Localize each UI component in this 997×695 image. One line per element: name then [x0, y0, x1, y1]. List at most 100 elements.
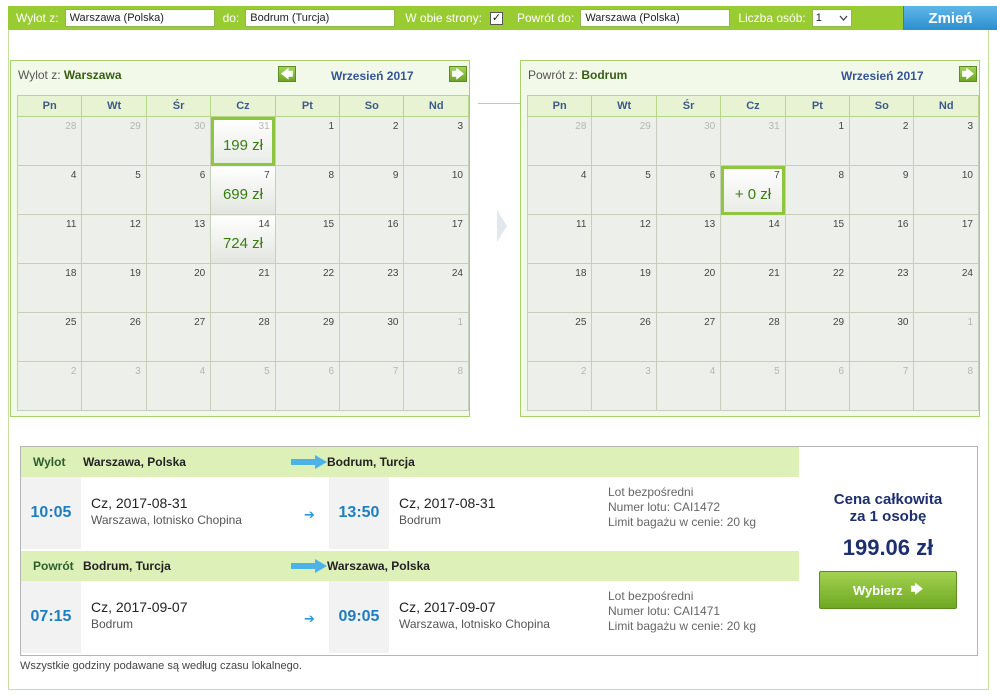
calendar-week-row: 11 12 13 14 724 zł 15 16 17 [16, 214, 469, 264]
leg-type: Wylot [33, 455, 66, 469]
weekday-header: Nd [403, 95, 469, 117]
calendar-day: 5 [81, 165, 147, 215]
calendar-week-row: 11 12 13 14 15 16 17 [526, 214, 979, 264]
calendar-day-with-price[interactable]: 7 + 0 zł [720, 165, 786, 215]
weekday-header: Cz [210, 95, 276, 117]
day-number: 28 [768, 317, 780, 328]
calendar-day: 8 [403, 361, 469, 411]
calendar-day: 5 [591, 165, 657, 215]
calendar-day: 28 [16, 116, 83, 166]
return-next-month-button[interactable]: 🡆 [959, 66, 977, 82]
calendar-day: 13 [655, 214, 722, 264]
from-label: Wylot z: [16, 11, 59, 25]
arrow-right-icon: ➔ [304, 507, 315, 522]
day-number: 23 [897, 268, 909, 279]
timezone-footnote: Wszystkie godziny podawane są według cza… [20, 660, 302, 672]
weekday-header: Śr [145, 95, 212, 117]
day-number: 8 [457, 366, 463, 377]
day-number: 10 [961, 170, 973, 181]
arrival-time: 13:50 [329, 477, 389, 549]
calendar-day-with-price[interactable]: 31 199 zł [210, 116, 276, 166]
calendar-day: 20 [655, 263, 722, 313]
day-number: 1 [838, 121, 845, 132]
day-number: 26 [639, 317, 651, 328]
next-month-button[interactable]: 🡆 [449, 66, 467, 82]
departure-info: Cz, 2017-08-31 Warszawa, lotnisko Chopin… [91, 495, 242, 527]
calendar-day: 6 [784, 361, 851, 411]
calendar-day: 2 [526, 361, 593, 411]
weekday-header: Nd [913, 95, 979, 117]
calendar-day: 25 [526, 312, 593, 362]
weekday-header: Śr [655, 95, 722, 117]
day-number: 30 [194, 121, 206, 132]
calendar-day: 26 [591, 312, 657, 362]
arrow-right-icon: 🡆 [451, 67, 465, 81]
day-number: 5 [774, 366, 780, 377]
day-number: 2 [392, 121, 399, 132]
flight-number: Numer lotu: CAI1471 [608, 604, 721, 618]
day-number: 12 [129, 219, 141, 230]
calendar-week-row: 4 5 6 7 + 0 zł 8 9 10 [526, 165, 979, 215]
day-number: 29 [322, 317, 335, 328]
outbound-calendar-grid: Pn Wt Śr Cz Pt So Nd 28 29 30 31 199 zł 1 2 3 4 5 6 7 699 … [16, 95, 469, 411]
change-button[interactable]: Zmień [903, 6, 997, 30]
calendar-day: 22 [784, 263, 851, 313]
day-number: 4 [580, 170, 587, 181]
day-number: 28 [575, 121, 587, 132]
persons-label: Liczba osób: [738, 11, 806, 25]
calendar-week-row: 18 19 20 21 22 23 24 [16, 263, 469, 313]
calendar-day: 27 [145, 312, 212, 362]
day-number: 6 [199, 170, 206, 181]
day-number: 5 [645, 170, 651, 181]
day-number: 7 [774, 170, 780, 181]
choose-button[interactable]: Wybierz 🡆 [819, 571, 957, 609]
calendar-week-row: 25 26 27 28 29 30 1 [16, 312, 469, 362]
day-number: 20 [704, 268, 716, 279]
prev-month-button[interactable]: 🡄 [278, 66, 296, 82]
calendar-week-row: 28 29 30 31 199 zł 1 2 3 [16, 116, 469, 166]
day-number: 6 [709, 170, 716, 181]
calendar-day: 24 [913, 263, 979, 313]
calendar-day-with-price[interactable]: 14 724 zł [210, 214, 276, 264]
calendar-day: 23 [849, 263, 915, 313]
day-number: 21 [258, 268, 270, 279]
calendar-day: 27 [655, 312, 722, 362]
day-number: 8 [838, 170, 845, 181]
day-number: 12 [639, 219, 651, 230]
day-number: 17 [961, 219, 973, 230]
calendar-day: 24 [403, 263, 469, 313]
day-number: 14 [768, 219, 780, 230]
from-input[interactable] [64, 9, 215, 27]
calendar-day: 30 [849, 312, 915, 362]
day-number: 15 [322, 219, 335, 230]
arrow-left-icon: 🡄 [280, 67, 294, 81]
arrival-place: Warszawa, lotnisko Chopina [399, 617, 550, 631]
calendar-day: 28 [210, 312, 276, 362]
calendar-day: 6 [145, 165, 212, 215]
calendar-day: 12 [591, 214, 657, 264]
return-leg-header: Powrót Bodrum, Turcja Warszawa, Polska [21, 551, 799, 581]
return-input[interactable] [580, 9, 731, 27]
return-calendar: Powrót z: Bodrum Wrzesień 2017 🡆 Pn Wt Śr C… [520, 60, 980, 417]
calendar-week-row: 28 29 30 31 1 2 3 [526, 116, 979, 166]
day-price: 199 zł [222, 137, 263, 154]
return-title-city: Bodrum [581, 68, 628, 82]
calendar-day: 21 [210, 263, 276, 313]
day-number: 2 [70, 366, 77, 377]
calendar-day-with-price[interactable]: 7 699 zł [210, 165, 276, 215]
to-label: do: [222, 11, 240, 25]
to-input[interactable] [245, 9, 396, 27]
day-number: 18 [65, 268, 77, 279]
day-number: 9 [392, 170, 399, 181]
arrival-date: Cz, 2017-08-31 [399, 495, 496, 511]
both-ways-checkbox[interactable]: ✓ [489, 11, 503, 25]
departure-place: Warszawa, lotnisko Chopina [91, 513, 242, 527]
return-title-prefix: Powrót z: [528, 68, 579, 82]
persons-select[interactable]: 1 [811, 9, 852, 27]
day-number: 22 [832, 268, 845, 279]
calendar-week-row: 4 5 6 7 699 zł 8 9 10 [16, 165, 469, 215]
weekday-header: Pt [784, 95, 851, 117]
day-number: 28 [258, 317, 270, 328]
day-number: 2 [902, 121, 909, 132]
calendar-day: 8 [274, 165, 341, 215]
